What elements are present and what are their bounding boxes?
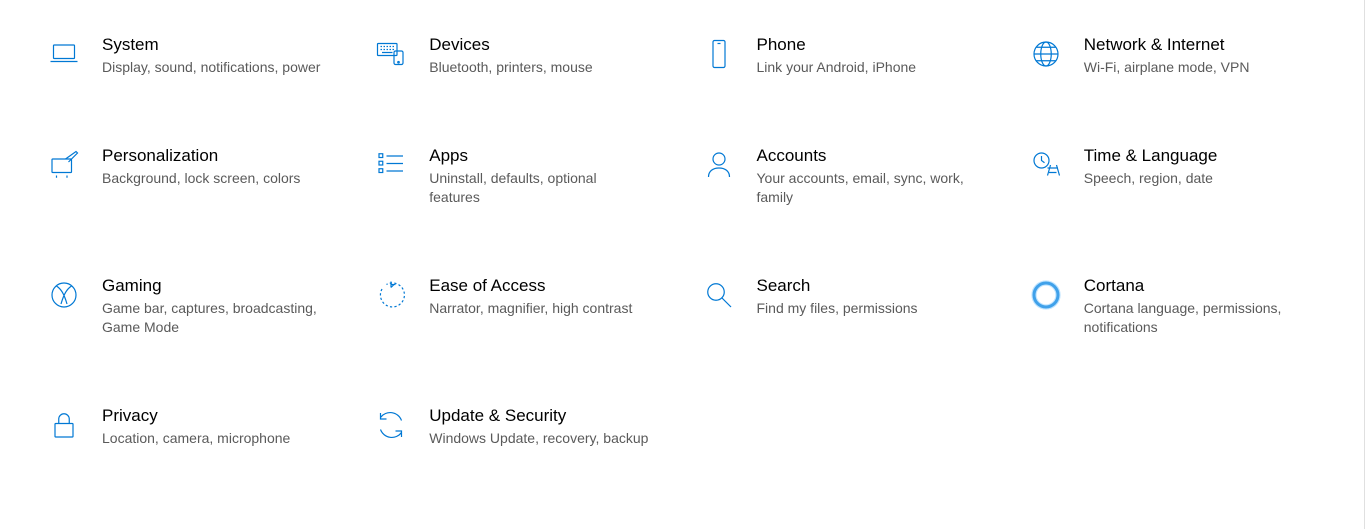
settings-tile-time[interactable]: Time & Language Speech, region, date [1022,141,1329,211]
search-icon [699,275,739,315]
tile-title: Ease of Access [429,275,650,297]
tile-description: Game bar, captures, broadcasting, Game M… [102,299,323,337]
tile-title: System [102,34,323,56]
tile-title: Personalization [102,145,323,167]
tile-title: Gaming [102,275,323,297]
settings-tile-system[interactable]: System Display, sound, notifications, pow… [40,30,347,81]
settings-tile-accounts[interactable]: AccountsYour accounts, email, sync, work… [695,141,1002,211]
tile-title: Privacy [102,405,323,427]
tile-description: Uninstall, defaults, optional features [429,169,650,207]
settings-tile-update[interactable]: Update & Security Windows Update, recover… [367,401,674,452]
right-divider [1364,0,1365,529]
keyboard-icon [371,34,411,74]
person-icon [699,145,739,185]
paintbrush-icon [44,145,84,185]
cortana-icon [1026,275,1066,315]
globe-icon [1026,34,1066,74]
settings-tile-gaming[interactable]: GamingGame bar, captures, broadcasting, … [40,271,347,341]
sync-icon [371,405,411,445]
tile-description: Wi-Fi, airplane mode, VPN [1084,58,1305,77]
tile-title: Devices [429,34,650,56]
tile-title: Cortana [1084,275,1305,297]
settings-tile-devices[interactable]: Devices Bluetooth, printers, mouse [367,30,674,81]
list-icon [371,145,411,185]
tile-title: Update & Security [429,405,650,427]
laptop-icon [44,34,84,74]
tile-description: Find my files, permissions [757,299,978,318]
tile-title: Time & Language [1084,145,1305,167]
settings-tile-apps[interactable]: AppsUninstall, defaults, optional featur… [367,141,674,211]
tile-description: Background, lock screen, colors [102,169,323,188]
tile-description: Windows Update, recovery, backup [429,429,650,448]
xbox-icon [44,275,84,315]
tile-title: Phone [757,34,978,56]
tile-title: Search [757,275,978,297]
settings-tile-ease[interactable]: Ease of Access Narrator, magnifier, high … [367,271,674,341]
tile-description: Location, camera, microphone [102,429,323,448]
phone-icon [699,34,739,74]
clock-language-icon [1026,145,1066,185]
tile-title: Network & Internet [1084,34,1305,56]
tile-title: Apps [429,145,650,167]
settings-tile-search[interactable]: Search Find my files, permissions [695,271,1002,341]
ease-of-access-icon [371,275,411,315]
settings-tile-personalization[interactable]: Personalization Background, lock screen, … [40,141,347,211]
tile-title: Accounts [757,145,978,167]
tile-description: Speech, region, date [1084,169,1305,188]
tile-description: Narrator, magnifier, high contrast [429,299,650,318]
settings-tile-privacy[interactable]: Privacy Location, camera, microphone [40,401,347,452]
tile-description: Display, sound, notifications, power [102,58,323,77]
lock-icon [44,405,84,445]
tile-description: Link your Android, iPhone [757,58,978,77]
settings-tile-phone[interactable]: Phone Link your Android, iPhone [695,30,1002,81]
settings-tile-cortana[interactable]: CortanaCortana language, permissions, no… [1022,271,1329,341]
tile-description: Your accounts, email, sync, work, family [757,169,978,207]
tile-description: Cortana language, permissions, notificat… [1084,299,1305,337]
settings-tile-network[interactable]: Network & Internet Wi-Fi, airplane mode, … [1022,30,1329,81]
tile-description: Bluetooth, printers, mouse [429,58,650,77]
